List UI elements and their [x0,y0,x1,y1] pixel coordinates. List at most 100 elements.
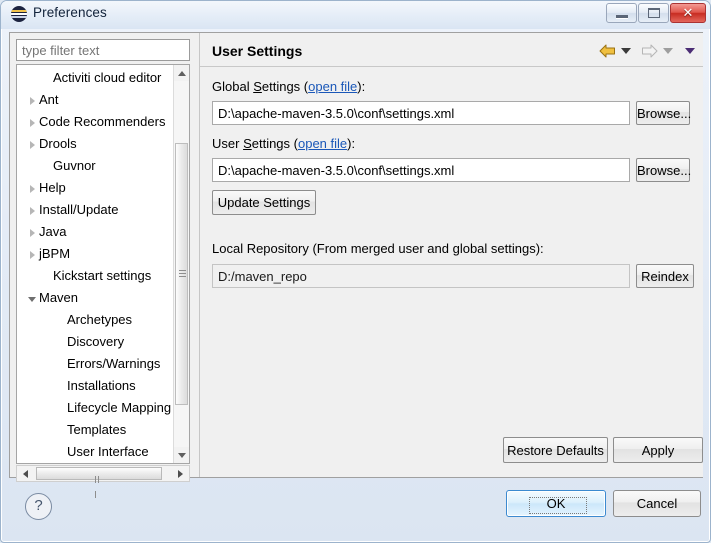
global-settings-path-input[interactable] [212,101,630,125]
tree-item-label: Templates [67,422,127,437]
tree-item-guvnor[interactable]: Guvnor [17,155,175,177]
tree-item-label: User Interface [67,444,149,459]
scroll-right-button[interactable] [173,466,189,481]
back-arrow-icon[interactable] [599,44,616,58]
dialog-footer: ? OK Cancel [9,481,703,535]
grip-icon [179,270,186,278]
dialog-body: Activiti cloud editor Ant Code Recommender… [5,29,706,539]
eclipse-icon [11,6,27,22]
user-settings-path-input[interactable] [212,158,630,182]
tree-item-kickstart-settings[interactable]: Kickstart settings [17,265,175,287]
chevron-right-icon[interactable] [25,111,39,134]
tree-item-lifecycle-mapping[interactable]: Lifecycle Mapping [17,397,175,419]
tree-item-label: Ant [39,92,59,107]
page-title: User Settings [212,43,303,59]
reindex-button[interactable]: Reindex [636,264,694,288]
tree-item-label: Archetypes [67,312,133,327]
global-settings-label-text-b: ettings ( [261,79,309,94]
tree-item-label: Code Recommenders [39,114,166,129]
tree-scrollbar-thumb[interactable] [175,143,188,405]
tree-item-label: Activiti cloud editor [53,70,162,85]
triangle-right-icon [178,470,183,478]
tree-item-install-update[interactable]: Install/Update [17,199,175,221]
view-menu-chevron-down-icon[interactable] [685,47,695,54]
tree-item-help[interactable]: Help [17,177,175,199]
tree-vertical-scrollbar[interactable] [173,65,189,463]
update-settings-button[interactable]: Update Settings [212,190,316,215]
cancel-button[interactable]: Cancel [613,490,701,517]
user-settings-browse-button[interactable]: Browse... [636,158,691,182]
user-settings-label-text-b: ettings ( [251,136,298,151]
chevron-right-icon[interactable] [25,89,39,112]
preferences-panes: Activiti cloud editor Ant Code Recommender… [9,32,703,498]
tree-hscrollbar-thumb[interactable] [36,467,162,498]
scroll-up-button[interactable] [174,65,189,81]
local-repository-input[interactable] [212,264,630,288]
back-menu-chevron-down-icon[interactable] [621,47,632,54]
tree-item-code-recommenders[interactable]: Code Recommenders [17,111,175,133]
tree-item-label: Kickstart settings [53,268,152,283]
tree-item-label: Help [39,180,66,195]
tree-item-errors-warnings[interactable]: Errors/Warnings [17,353,175,375]
tree-item-label: Drools [39,136,77,151]
help-icon[interactable]: ? [25,493,52,520]
tree-item-user-interface[interactable]: User Interface [17,441,175,463]
minimize-button[interactable] [606,3,637,23]
tree-item-discovery[interactable]: Discovery [17,331,175,353]
user-settings-mnemonic: S [243,136,252,151]
tree-items: Activiti cloud editor Ant Code Recommender… [17,67,175,464]
tree-item-java[interactable]: Java [17,221,175,243]
tree-item-label: Discovery [67,334,125,349]
tree-item-activiti-cloud-editor[interactable]: Activiti cloud editor [17,67,175,89]
forward-arrow-icon [641,44,658,58]
user-settings-label: User Settings (open file): [212,136,355,151]
triangle-up-icon [178,71,186,76]
tree-item-label: Lifecycle Mapping [67,400,172,415]
tree-item-jbpm[interactable]: jBPM [17,243,175,265]
tree-item-installations[interactable]: Installations [17,375,175,397]
tree-item-label: Guvnor [53,158,96,173]
local-repository-label: Local Repository (From merged user and g… [212,241,544,256]
chevron-right-icon[interactable] [25,177,39,200]
tree-horizontal-scrollbar[interactable] [16,465,190,498]
close-icon: ✕ [682,5,694,20]
title-bar: Preferences ✕ [1,1,710,29]
scroll-down-button[interactable] [174,447,189,463]
page-navigation [599,42,698,62]
global-settings-browse-button[interactable]: Browse... [636,101,691,125]
tree-item-label: Java [39,224,67,239]
chevron-down-icon[interactable] [25,287,39,309]
focus-ring [529,497,587,514]
user-settings-open-file-link[interactable]: open file [298,136,347,151]
tree-item-label: jBPM [39,246,71,261]
filter-input[interactable] [16,39,190,61]
user-settings-label-text-c: ): [347,136,356,151]
triangle-down-icon [178,453,186,458]
global-settings-open-file-link[interactable]: open file [308,79,357,94]
close-button[interactable]: ✕ [670,3,706,23]
scroll-left-button[interactable] [17,466,33,481]
minimize-icon [616,15,628,19]
chevron-right-icon[interactable] [25,199,39,222]
chevron-right-icon[interactable] [25,133,39,156]
ok-button[interactable]: OK [506,490,606,517]
preferences-tree[interactable]: Activiti cloud editor Ant Code Recommender… [16,64,190,464]
global-settings-label-text-a: Global [212,79,254,94]
tree-item-archetypes[interactable]: Archetypes [17,309,175,331]
tree-item-ant[interactable]: Ant [17,89,175,111]
tree-item-user-settings[interactable]: User Settings [17,463,175,464]
preferences-window: Preferences ✕ Activiti cloud editor Ant Co… [0,0,711,543]
apply-button[interactable]: Apply [613,437,703,463]
restore-defaults-button[interactable]: Restore Defaults [503,437,608,463]
chevron-right-icon[interactable] [25,221,39,244]
chevron-right-icon[interactable] [25,243,39,266]
forward-menu-chevron-down-icon [663,47,674,54]
tree-item-drools[interactable]: Drools [17,133,175,155]
tree-item-templates[interactable]: Templates [17,419,175,441]
settings-page: User Settings Global Settings (open file… [199,33,703,477]
global-settings-mnemonic: S [253,79,262,94]
tree-item-maven[interactable]: Maven [17,287,175,309]
window-title: Preferences [33,5,107,20]
maximize-button[interactable] [638,3,669,23]
header-divider [200,66,703,67]
